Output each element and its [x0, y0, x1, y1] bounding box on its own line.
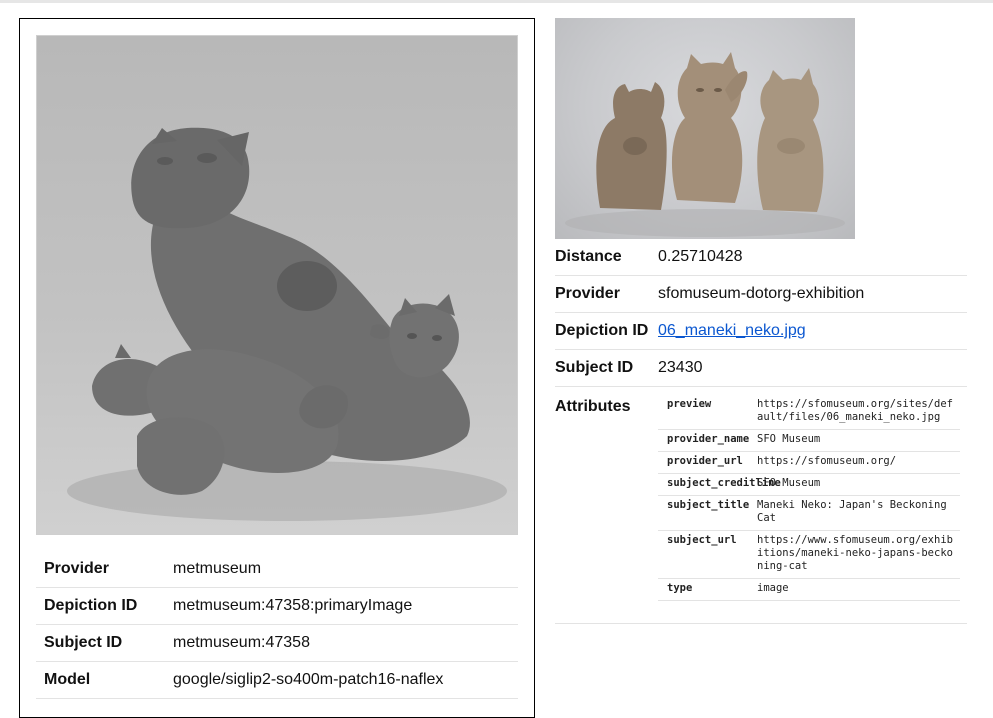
attribute-value: https://sfomuseum.org/sites/default/file…: [757, 398, 953, 423]
query-depiction-value: metmuseum:47358:primaryImage: [173, 597, 413, 614]
attribute-key: subject_title: [667, 499, 750, 511]
query-model-value: google/siglip2-so400m-patch16-naflex: [173, 671, 444, 688]
attribute-key: preview: [667, 398, 712, 410]
query-depiction-row: Depiction ID metmuseum:47358:primaryImag…: [36, 588, 518, 625]
attribute-key: provider_name: [667, 433, 750, 445]
attributes-label: Attributes: [555, 398, 631, 415]
match-distance-row: Distance 0.25710428: [555, 239, 967, 276]
depiction-id-link[interactable]: 06_maneki_neko.jpg: [658, 322, 806, 340]
query-model-label: Model: [44, 671, 91, 688]
query-depiction-label: Depiction ID: [44, 597, 138, 614]
attribute-value: https://www.sfomuseum.org/exhibitions/ma…: [757, 534, 953, 572]
attribute-value: https://sfomuseum.org/: [757, 455, 897, 467]
distance-label: Distance: [555, 248, 622, 265]
match-attributes-row: Attributes preview https://sfomuseum.org…: [555, 387, 967, 624]
distance-value: 0.25710428: [658, 248, 743, 265]
query-provider-label: Provider: [44, 560, 109, 577]
match-provider-row: Provider sfomuseum-dotorg-exhibition: [555, 276, 967, 313]
match-subject-label: Subject ID: [555, 359, 634, 376]
attribute-key: provider_url: [667, 455, 743, 467]
attribute-row: subject_url https://www.sfomuseum.org/ex…: [658, 531, 960, 579]
query-provider-row: Provider metmuseum: [36, 551, 518, 588]
attribute-key: type: [667, 582, 693, 594]
attribute-row: type image: [658, 579, 960, 601]
top-divider: [0, 0, 993, 3]
match-depiction-label: Depiction ID: [555, 322, 649, 339]
query-subject-row: Subject ID metmuseum:47358: [36, 625, 518, 662]
match-provider-value: sfomuseum-dotorg-exhibition: [658, 285, 865, 302]
attribute-row: preview https://sfomuseum.org/sites/defa…: [658, 395, 960, 430]
match-provider-label: Provider: [555, 285, 620, 302]
attribute-value: image: [757, 582, 789, 594]
attribute-row: provider_url https://sfomuseum.org/: [658, 452, 960, 474]
attribute-key: subject_url: [667, 534, 737, 546]
match-image[interactable]: [555, 18, 855, 239]
query-metadata-table: Provider metmuseum Depiction ID metmuseu…: [36, 551, 518, 699]
match-subject-row: Subject ID 23430: [555, 350, 967, 387]
attributes-table: preview https://sfomuseum.org/sites/defa…: [658, 395, 960, 601]
attribute-row: provider_name SFO Museum: [658, 430, 960, 452]
query-subject-value: metmuseum:47358: [173, 634, 310, 651]
query-subject-label: Subject ID: [44, 634, 123, 651]
query-provider-value: metmuseum: [173, 560, 262, 577]
attribute-key: subject_creditline: [667, 477, 781, 489]
three-maneki-neko-icon: [565, 52, 845, 237]
attribute-value: Maneki Neko: Japan's Beckoning Cat: [757, 499, 947, 524]
query-model-row: Model google/siglip2-so400m-patch16-nafl…: [36, 662, 518, 699]
attribute-value: SFO Museum: [757, 477, 821, 489]
query-panel: Provider metmuseum Depiction ID metmuseu…: [19, 18, 535, 718]
match-subject-value: 23430: [658, 359, 703, 376]
query-image[interactable]: [36, 35, 518, 535]
attribute-row: subject_title Maneki Neko: Japan's Becko…: [658, 496, 960, 531]
attribute-row: subject_creditline SFO Museum: [658, 474, 960, 496]
attribute-value: SFO Museum: [757, 433, 821, 445]
match-metadata-table: Distance 0.25710428 Provider sfomuseum-d…: [555, 239, 967, 624]
cat-family-sculpture-icon: [67, 127, 507, 521]
match-depiction-row: Depiction ID 06_maneki_neko.jpg: [555, 313, 967, 350]
